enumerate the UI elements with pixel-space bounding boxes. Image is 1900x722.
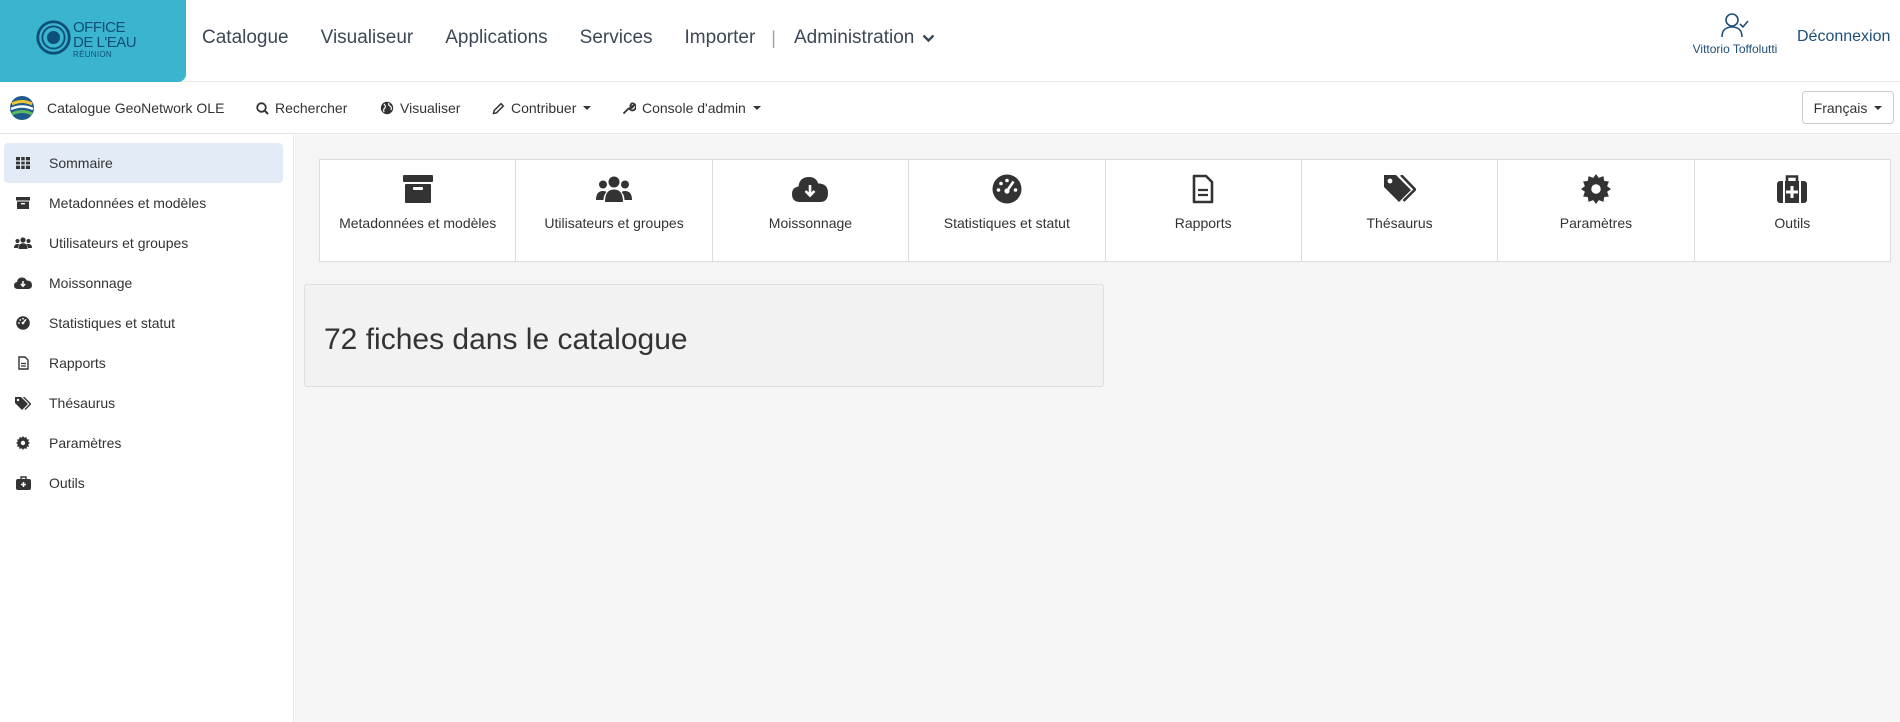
tile-label: Statistiques et statut [943, 215, 1070, 231]
search-link[interactable]: Rechercher [256, 100, 347, 116]
dashboard-icon [14, 316, 32, 330]
tile-outils[interactable]: Outils [1695, 160, 1890, 261]
tags-icon [14, 396, 32, 410]
cloud-download-icon [792, 173, 829, 205]
logo-icon [36, 20, 71, 55]
file-icon [14, 356, 32, 370]
admin-sidebar: Sommaire Metadonnées et modèles Utilisat… [0, 135, 294, 722]
catalogue-summary-panel: 72 fiches dans le catalogue [304, 284, 1104, 387]
sidebar-item-moissonnage[interactable]: Moissonnage [4, 263, 283, 303]
admin-console-label: Console d'admin [642, 100, 746, 116]
archive-icon [14, 197, 32, 209]
sidebar-item-label: Moissonnage [49, 275, 133, 291]
pencil-icon [492, 102, 505, 115]
medkit-icon [14, 476, 32, 490]
tile-label: Moissonnage [768, 215, 853, 231]
nav-separator: | [771, 27, 776, 48]
admin-tiles: Metadonnées et modèles Utilisateurs et g… [319, 159, 1891, 262]
globe-icon [380, 101, 394, 115]
nav-importer[interactable]: Importer [685, 27, 756, 49]
record-count-heading: 72 fiches dans le catalogue [324, 323, 688, 356]
gear-icon [1580, 173, 1611, 205]
user-name: Vittorio Toffolutti [1692, 42, 1778, 56]
chevron-down-icon [923, 34, 935, 42]
sidebar-item-label: Utilisateurs et groupes [49, 235, 189, 251]
language-dropdown[interactable]: Français [1802, 91, 1894, 124]
cloud-download-icon [14, 277, 32, 289]
tile-label: Rapports [1174, 215, 1232, 231]
users-icon [596, 173, 633, 205]
logo-line3: RÉUNION [73, 50, 112, 59]
map-link[interactable]: Visualiser [380, 100, 460, 116]
caret-down-icon [1874, 105, 1883, 110]
tile-utilisateurs[interactable]: Utilisateurs et groupes [516, 160, 713, 261]
search-icon [256, 101, 269, 115]
tile-metadonnees[interactable]: Metadonnées et modèles [320, 160, 517, 261]
sidebar-item-parametres[interactable]: Paramètres [4, 423, 283, 463]
tags-icon [1383, 173, 1416, 205]
sidebar-item-label: Metadonnées et modèles [49, 195, 207, 211]
nav-catalogue[interactable]: Catalogue [202, 27, 289, 49]
map-label: Visualiser [400, 100, 461, 116]
top-header: OFFICE DE L'EAU RÉUNION Catalogue Visual… [0, 0, 1900, 82]
tile-statistiques[interactable]: Statistiques et statut [909, 160, 1106, 261]
sidebar-item-label: Rapports [49, 355, 106, 371]
sub-navbar: Catalogue GeoNetwork OLE Rechercher Visu… [0, 83, 1900, 134]
logo[interactable]: OFFICE DE L'EAU RÉUNION [0, 0, 186, 82]
language-label: Français [1813, 99, 1868, 116]
logout-link[interactable]: Déconnexion [1797, 28, 1890, 46]
sidebar-item-label: Sommaire [49, 155, 113, 171]
users-icon [14, 237, 32, 249]
contribute-menu[interactable]: Contribuer [492, 100, 592, 116]
wrench-icon [622, 102, 636, 115]
sidebar-item-utilisateurs[interactable]: Utilisateurs et groupes [4, 223, 283, 263]
nav-administration-label: Administration [793, 27, 915, 48]
nav-visualiseur[interactable]: Visualiseur [321, 27, 414, 49]
catalogue-brand-label: Catalogue GeoNetwork OLE [47, 100, 225, 116]
geonetwork-logo-icon[interactable] [9, 95, 35, 121]
file-icon [1192, 173, 1214, 205]
tile-thesaurus[interactable]: Thésaurus [1302, 160, 1499, 261]
catalogue-brand-link[interactable]: Catalogue GeoNetwork OLE [47, 100, 224, 116]
nav-applications[interactable]: Applications [445, 27, 547, 49]
nav-administration[interactable]: Administration [794, 27, 935, 49]
main-content: Metadonnées et modèles Utilisateurs et g… [295, 135, 1900, 722]
dashboard-icon [992, 173, 1022, 205]
tile-parametres[interactable]: Paramètres [1498, 160, 1695, 261]
admin-console-menu[interactable]: Console d'admin [622, 100, 761, 116]
main-nav: Catalogue Visualiseur Applications Servi… [202, 0, 935, 76]
logo-line1: OFFICE [73, 19, 126, 36]
tile-rapports[interactable]: Rapports [1106, 160, 1302, 261]
sidebar-item-thesaurus[interactable]: Thésaurus [4, 383, 283, 423]
sidebar-item-sommaire[interactable]: Sommaire [4, 143, 283, 183]
search-label: Rechercher [275, 100, 348, 116]
sidebar-item-label: Paramètres [49, 435, 122, 451]
sidebar-item-metadonnees[interactable]: Metadonnées et modèles [4, 183, 283, 223]
sidebar-item-label: Statistiques et statut [49, 315, 176, 331]
gear-icon [14, 436, 32, 450]
sidebar-item-label: Thésaurus [49, 395, 116, 411]
contribute-label: Contribuer [511, 100, 577, 116]
grid-icon [14, 157, 32, 169]
tile-label: Metadonnées et modèles [339, 215, 497, 231]
user-menu[interactable]: Vittorio Toffolutti [1685, 12, 1785, 56]
tile-label: Thésaurus [1366, 215, 1433, 231]
archive-icon [402, 173, 433, 205]
logo-text: OFFICE DE L'EAU RÉUNION [73, 19, 137, 59]
caret-down-icon [752, 106, 761, 110]
sidebar-item-rapports[interactable]: Rapports [4, 343, 283, 383]
tile-label: Outils [1774, 215, 1811, 231]
medkit-icon [1777, 173, 1808, 205]
tile-label: Utilisateurs et groupes [544, 215, 684, 231]
sidebar-item-outils[interactable]: Outils [4, 463, 283, 503]
nav-services[interactable]: Services [580, 27, 653, 49]
sidebar-item-label: Outils [49, 475, 85, 491]
user-check-icon [1721, 13, 1749, 38]
sidebar-item-statistiques[interactable]: Statistiques et statut [4, 303, 283, 343]
tile-moissonnage[interactable]: Moissonnage [713, 160, 910, 261]
tile-label: Paramètres [1559, 215, 1633, 231]
caret-down-icon [583, 106, 592, 110]
logo-line2: DE L'EAU [73, 34, 137, 51]
